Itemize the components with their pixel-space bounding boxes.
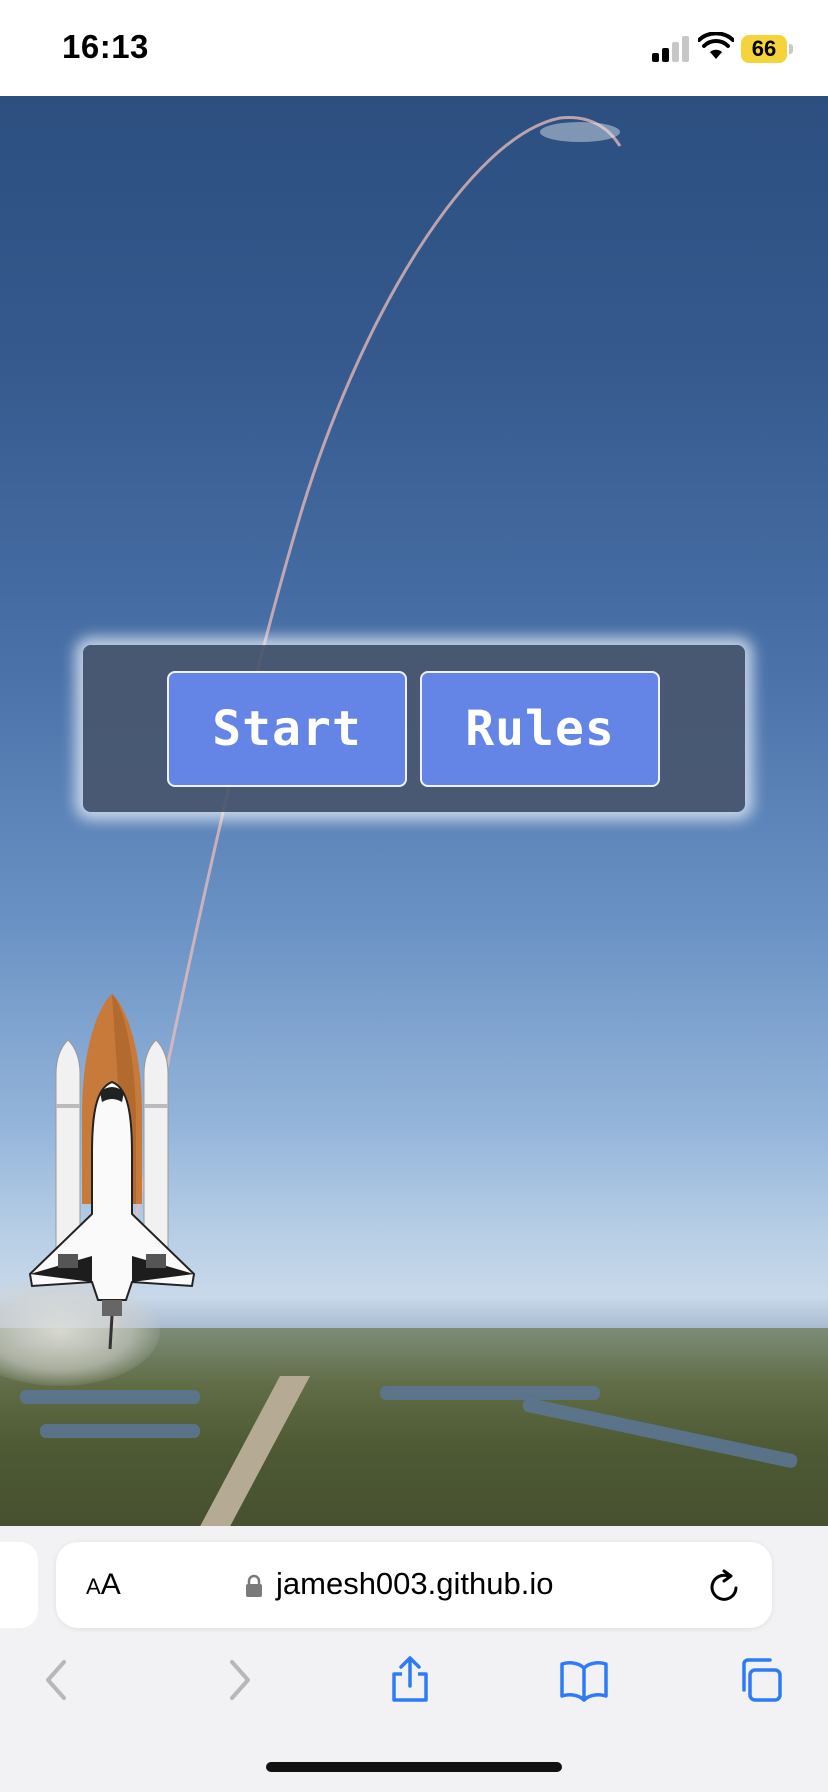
rules-button[interactable]: Rules [420,671,660,787]
url-text[interactable]: jamesh003.github.io [276,1566,553,1602]
tabs-icon[interactable] [736,1656,784,1704]
water-patch [20,1390,200,1404]
text-size-button[interactable]: AA [86,1568,121,1602]
game-background: Start Rules [0,96,828,1526]
game-menu-panel: Start Rules [83,645,745,812]
text-size-small-label: A [86,1574,101,1599]
back-icon[interactable] [34,1656,82,1704]
water-patch [40,1424,200,1438]
address-bar[interactable]: AA jamesh003.github.io [56,1542,772,1628]
share-icon[interactable] [386,1656,434,1704]
previous-tab-preview[interactable] [0,1542,38,1628]
battery-icon: 66 [741,35,787,63]
reload-icon[interactable] [708,1568,742,1604]
cellular-signal-icon [652,36,690,62]
start-button[interactable]: Start [167,671,407,787]
home-indicator[interactable] [266,1762,562,1772]
battery-cap [789,44,793,54]
bookmarks-icon[interactable] [560,1656,608,1704]
status-time: 16:13 [62,28,149,65]
browser-bottom-bar: AA jamesh003.github.io [0,1526,828,1792]
water-patch [380,1386,600,1400]
text-size-large-label: A [100,1568,121,1601]
wifi-icon [698,32,734,59]
space-shuttle-image [28,994,196,1350]
forward-icon[interactable] [214,1656,262,1704]
lock-icon [246,1574,262,1597]
status-bar: 16:13 66 [0,0,828,96]
